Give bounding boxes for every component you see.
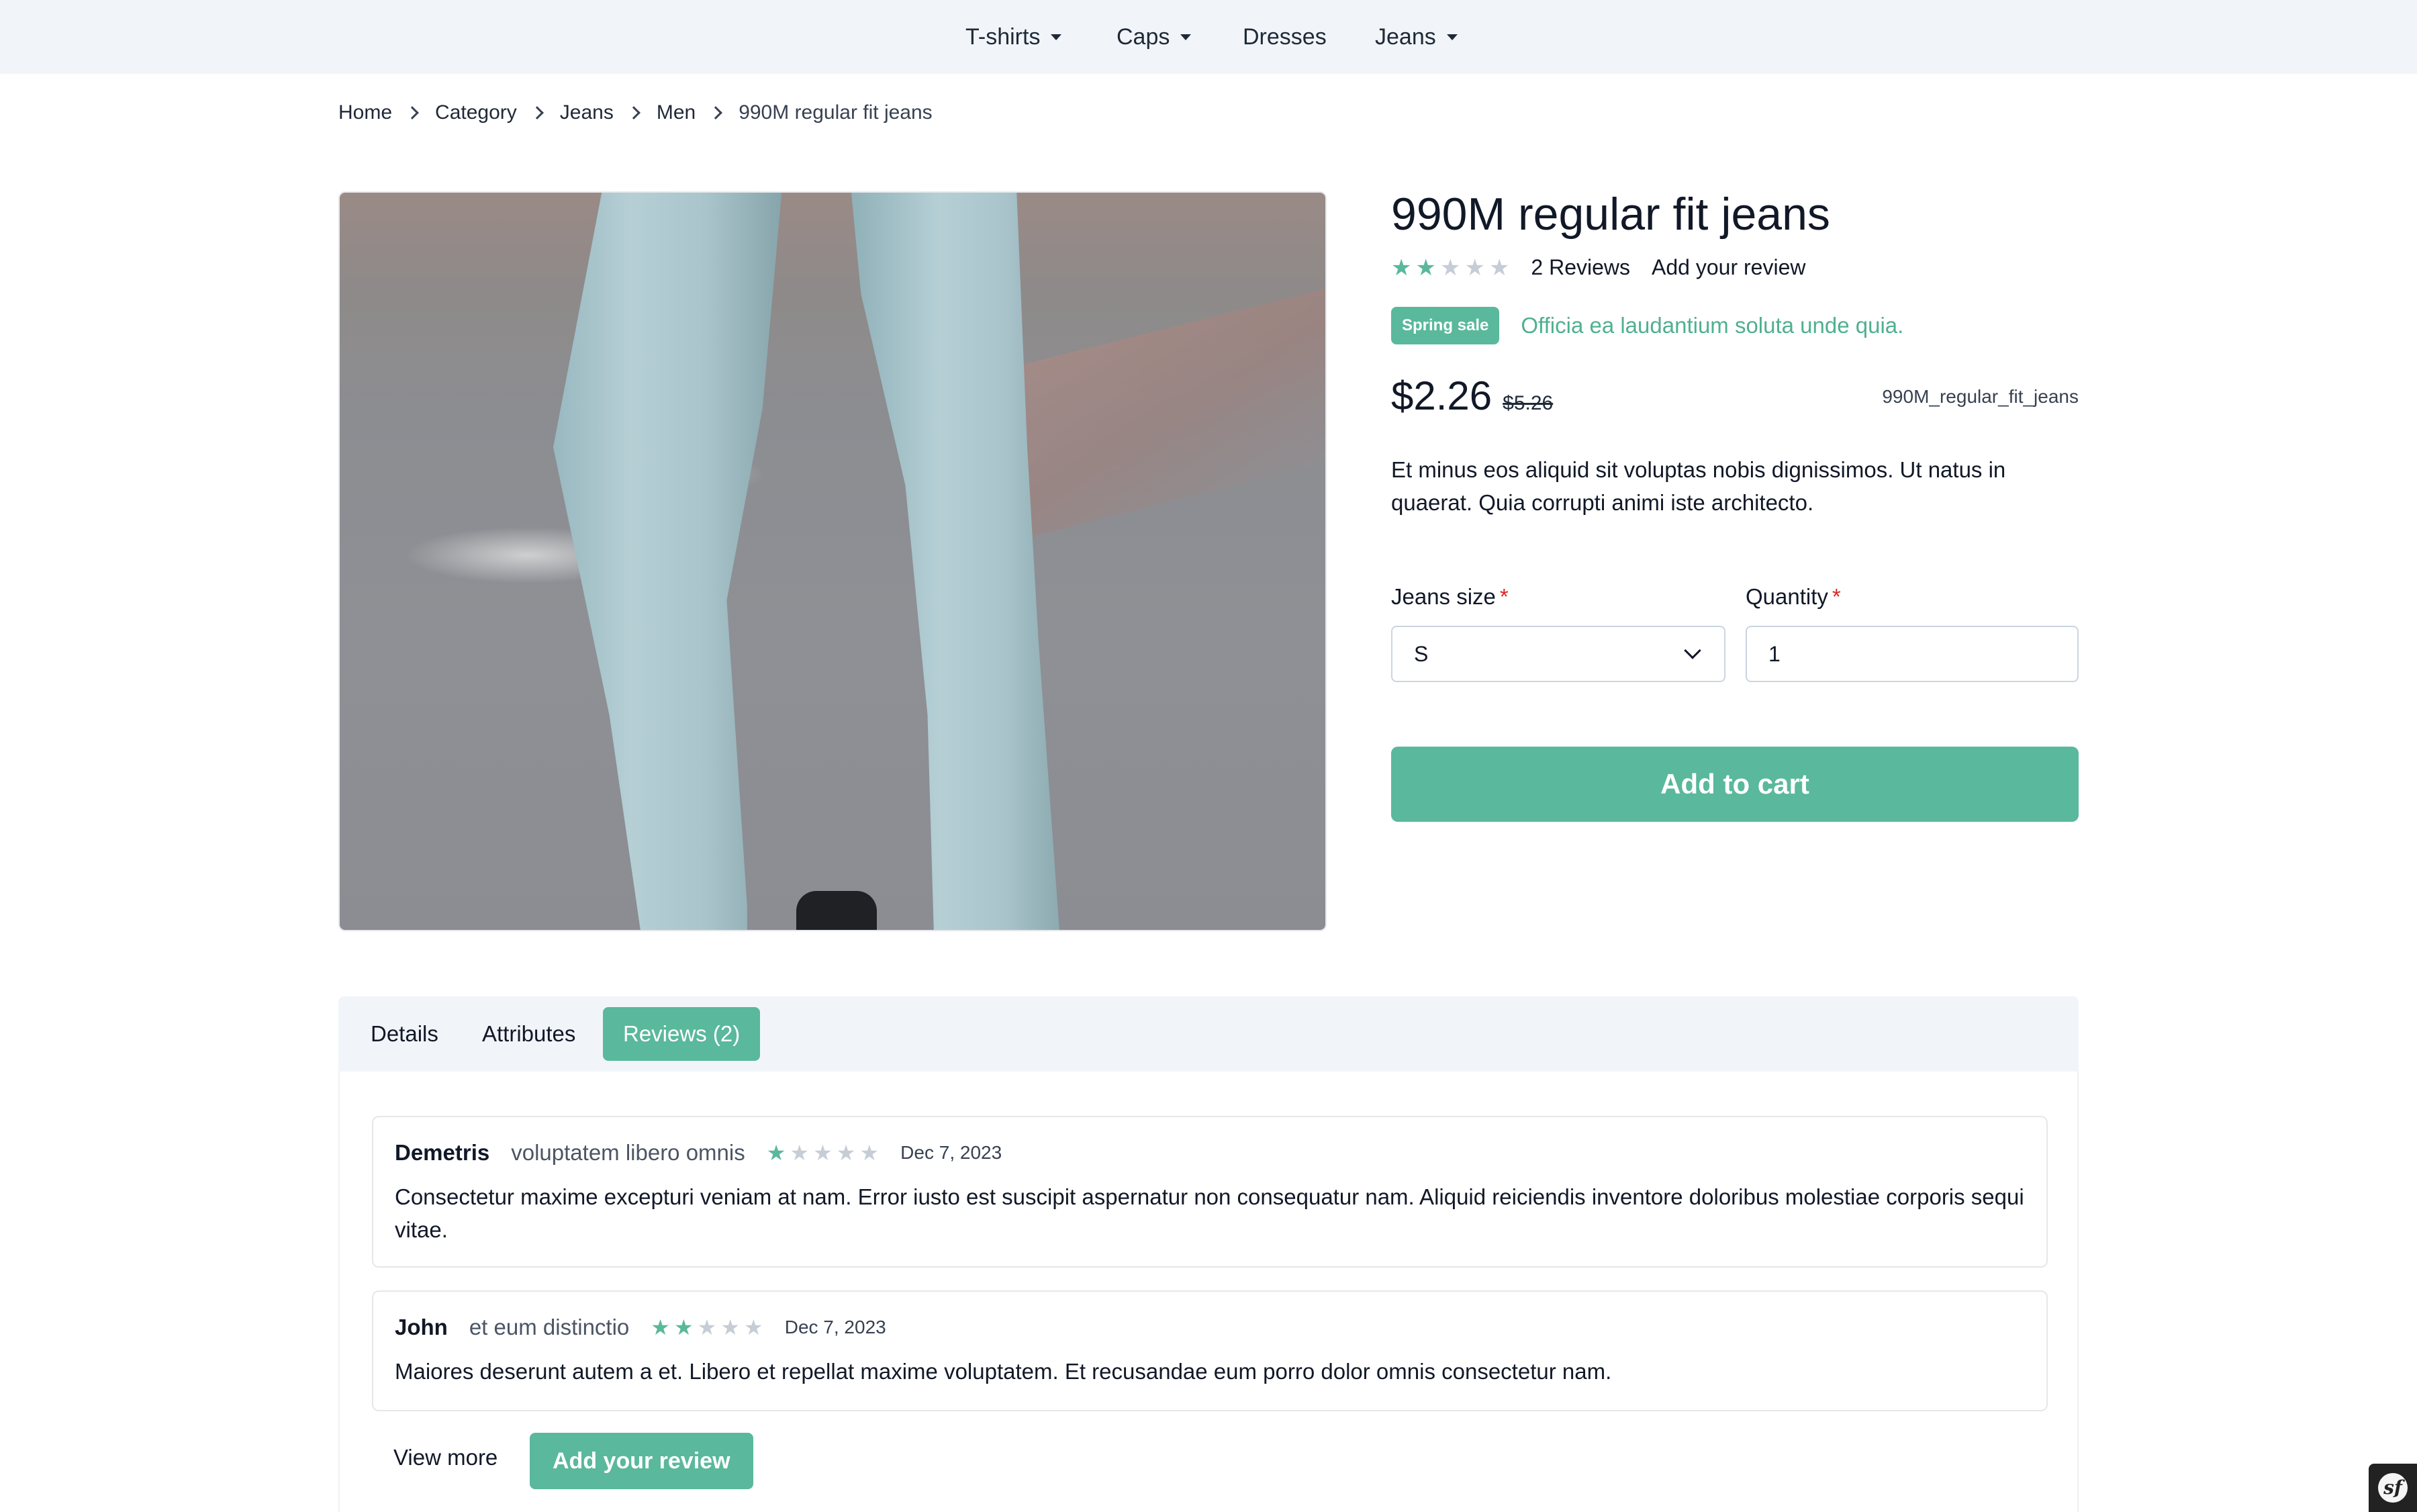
product-sku: 990M_regular_fit_jeans (1882, 386, 2079, 407)
add-review-button[interactable]: Add your review (530, 1433, 753, 1489)
star-icon: ★ (836, 1141, 856, 1165)
review-author: Demetris (395, 1140, 490, 1165)
sale-badge: Spring sale (1391, 307, 1500, 344)
star-icon: ★ (697, 1315, 717, 1339)
star-icon: ★ (1415, 254, 1436, 281)
image-jeans-right-leg (850, 193, 1061, 930)
breadcrumb: Home Category Jeans Men 990M regular fit… (338, 99, 933, 126)
required-mark: * (1499, 584, 1509, 609)
review-title: et eum distinctio (469, 1315, 630, 1339)
image-jeans-left-leg (553, 193, 783, 930)
chevron-right-icon (614, 106, 657, 120)
product-rating-row: ★ ★ ★ ★ ★ 2 Reviews Add your review (1391, 255, 1805, 280)
tab-reviews[interactable]: Reviews (2) (603, 1007, 761, 1061)
promo-row: Spring sale Officia ea laudantium soluta… (1391, 307, 1903, 344)
reviews-panel: Demetris voluptatem libero omnis ★ ★ ★ ★… (338, 1072, 2079, 1512)
breadcrumb-home[interactable]: Home (338, 101, 392, 124)
breadcrumb-current: 990M regular fit jeans (739, 101, 933, 124)
add-to-cart-button[interactable]: Add to cart (1391, 747, 2079, 822)
review-rating-stars: ★ ★ ★ ★ ★ (651, 1317, 763, 1338)
nav-item-jeans[interactable]: Jeans (1375, 0, 1458, 74)
nav-item-label: T-shirts (965, 24, 1041, 50)
star-icon: ★ (1391, 254, 1412, 281)
product-tabs: Details Attributes Reviews (2) (338, 996, 2079, 1072)
review-body: Maiores deserunt autem a et. Libero et r… (395, 1359, 1612, 1384)
breadcrumb-men[interactable]: Men (657, 101, 696, 124)
product-description: Et minus eos aliquid sit voluptas nobis … (1391, 457, 2006, 515)
nav-item-dresses[interactable]: Dresses (1243, 0, 1327, 74)
review-header: Demetris voluptatem libero omnis ★ ★ ★ ★… (395, 1140, 1002, 1166)
size-select-value: S (1414, 641, 1429, 666)
nav-item-caps[interactable]: Caps (1117, 0, 1192, 74)
product-title: 990M regular fit jeans (1391, 189, 1830, 240)
quantity-label-text: Quantity (1746, 584, 1828, 609)
review-author: John (395, 1315, 448, 1339)
product-rating-stars: ★ ★ ★ ★ ★ (1391, 256, 1509, 279)
star-icon: ★ (673, 1315, 694, 1339)
add-review-link[interactable]: Add your review (1652, 255, 1805, 280)
review-card: John et eum distinctio ★ ★ ★ ★ ★ Dec 7, … (372, 1290, 2048, 1411)
chevron-right-icon (696, 106, 739, 120)
reviews-count[interactable]: 2 Reviews (1531, 255, 1630, 280)
required-mark: * (1832, 584, 1841, 609)
star-icon: ★ (1488, 254, 1510, 281)
image-shoe (796, 891, 877, 930)
review-rating-stars: ★ ★ ★ ★ ★ (767, 1142, 879, 1164)
star-icon: ★ (813, 1141, 833, 1165)
quantity-input[interactable] (1746, 626, 2079, 682)
current-price: $2.26 (1391, 373, 1492, 418)
price-row: $2.26 $5.26 (1391, 373, 1553, 419)
star-icon: ★ (1464, 254, 1485, 281)
star-icon: ★ (790, 1141, 810, 1165)
caret-down-icon (1180, 34, 1192, 40)
top-navigation: T-shirts Caps Dresses Jeans (0, 0, 2417, 74)
review-date: Dec 7, 2023 (784, 1317, 886, 1337)
promo-text: Officia ea laudantium soluta unde quia. (1521, 313, 1904, 338)
review-header: John et eum distinctio ★ ★ ★ ★ ★ Dec 7, … (395, 1315, 886, 1340)
view-more-link[interactable]: View more (393, 1445, 497, 1470)
star-icon: ★ (744, 1315, 763, 1339)
nav-item-label: Caps (1117, 24, 1170, 50)
debug-toolbar-toggle[interactable]: sf (2369, 1464, 2417, 1512)
nav-item-label: Dresses (1243, 24, 1327, 50)
product-image (338, 191, 1327, 931)
star-icon: ★ (651, 1315, 670, 1339)
star-icon: ★ (766, 1141, 786, 1165)
chevron-right-icon (517, 106, 560, 120)
review-date: Dec 7, 2023 (900, 1142, 1002, 1163)
star-icon: ★ (859, 1141, 880, 1165)
review-card: Demetris voluptatem libero omnis ★ ★ ★ ★… (372, 1116, 2048, 1268)
tab-attributes[interactable]: Attributes (462, 1007, 596, 1061)
symfony-logo-icon: sf (2378, 1473, 2408, 1503)
chevron-down-icon (1684, 642, 1701, 659)
image-curb (998, 283, 1325, 545)
size-label-text: Jeans size (1391, 584, 1496, 609)
quantity-label: Quantity * (1746, 584, 1841, 610)
tab-details[interactable]: Details (350, 1007, 459, 1061)
breadcrumb-category[interactable]: Category (435, 101, 517, 124)
chevron-right-icon (392, 106, 435, 120)
review-body: Consectetur maxime excepturi veniam at n… (395, 1184, 2024, 1242)
nav-item-label: Jeans (1375, 24, 1436, 50)
breadcrumb-jeans[interactable]: Jeans (560, 101, 614, 124)
caret-down-icon (1446, 34, 1458, 40)
star-icon: ★ (720, 1315, 741, 1339)
star-icon: ★ (1439, 254, 1461, 281)
size-select[interactable]: S (1391, 626, 1725, 682)
size-label: Jeans size * (1391, 584, 1509, 610)
caret-down-icon (1051, 34, 1062, 40)
review-title: voluptatem libero omnis (511, 1140, 745, 1165)
nav-item-tshirts[interactable]: T-shirts (965, 0, 1062, 74)
old-price: $5.26 (1503, 392, 1554, 414)
